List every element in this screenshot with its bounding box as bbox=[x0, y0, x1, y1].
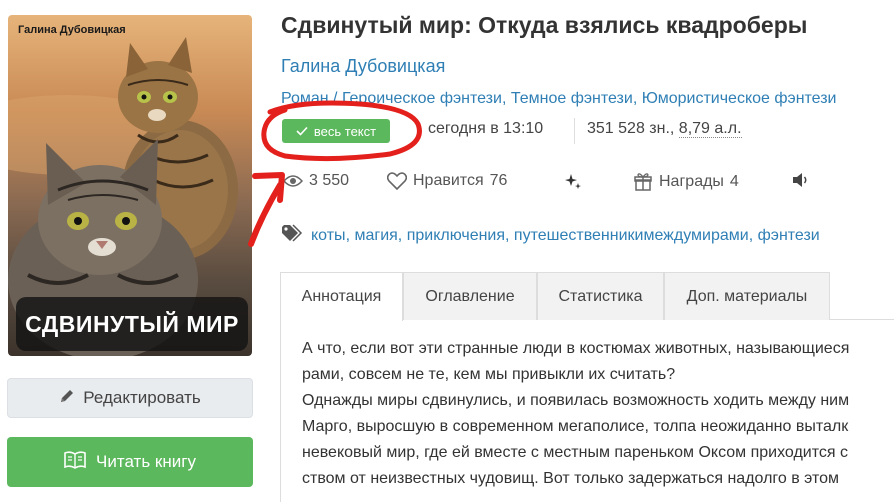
views-count: 3 550 bbox=[309, 172, 350, 189]
like-button[interactable]: Нравится 76 bbox=[387, 172, 507, 190]
tag-link[interactable]: магия bbox=[354, 227, 397, 244]
genre-link[interactable]: Темное фэнтези bbox=[511, 90, 633, 107]
likes-label: Нравится bbox=[413, 172, 484, 189]
check-icon bbox=[296, 124, 308, 139]
tag-link[interactable]: путешественникимеждумирами bbox=[514, 227, 749, 244]
book-open-icon bbox=[64, 450, 86, 474]
eye-icon bbox=[283, 174, 303, 188]
read-book-button[interactable]: Читать книгу bbox=[7, 437, 253, 487]
awards-count: 4 bbox=[729, 173, 739, 190]
annotation-line: рами, совсем не те, кем мы привыкли их с… bbox=[302, 366, 676, 383]
annotation-text: А что, если вот эти странные люди в кост… bbox=[280, 320, 894, 502]
awards-label: Награды bbox=[659, 173, 724, 190]
cover-title: СДВИНУТЫЙ МИР bbox=[16, 297, 248, 351]
tag-link[interactable]: коты bbox=[311, 227, 346, 244]
status-badge: весь текст bbox=[282, 119, 390, 143]
tag-icon bbox=[281, 224, 303, 247]
tab-annotation[interactable]: Аннотация bbox=[280, 272, 403, 321]
tag-link[interactable]: приключения bbox=[407, 227, 505, 244]
book-tabs: Аннотация Оглавление Статистика Доп. мат… bbox=[280, 272, 894, 321]
annotation-line: Марго, выросшую в современном мегаполисе… bbox=[302, 418, 849, 435]
awards-button[interactable]: Награды 4 bbox=[633, 172, 739, 192]
speaker-icon bbox=[792, 172, 810, 188]
genre-link[interactable]: Роман / Героическое фэнтези bbox=[281, 90, 502, 107]
divider bbox=[574, 118, 575, 144]
read-book-label: Читать книгу bbox=[96, 452, 196, 471]
edit-button[interactable]: Редактировать bbox=[7, 378, 253, 418]
edit-button-label: Редактировать bbox=[83, 388, 201, 407]
updated-time: сегодня в 13:10 bbox=[428, 120, 544, 137]
views-stat: 3 550 bbox=[283, 172, 349, 190]
genre-link[interactable]: Юмористическое фэнтези bbox=[642, 90, 837, 107]
pencil-icon bbox=[59, 388, 75, 409]
status-text: весь текст bbox=[313, 123, 377, 139]
likes-count: 76 bbox=[489, 172, 508, 189]
book-size: 351 528 зн., 8,79 а.л. bbox=[587, 120, 742, 138]
tags-list: коты, магия, приключения, путешественник… bbox=[281, 224, 820, 247]
tab-extra-materials[interactable]: Доп. материалы bbox=[664, 272, 830, 320]
sparkles-button[interactable] bbox=[563, 172, 583, 192]
book-author-link[interactable]: Галина Дубовицкая bbox=[281, 56, 445, 77]
tab-statistics[interactable]: Статистика bbox=[537, 272, 664, 320]
genres: Роман / Героическое фэнтези, Темное фэнт… bbox=[281, 90, 837, 107]
book-title: Сдвинутый мир: Откуда взялись квадроберы bbox=[281, 12, 808, 38]
tag-link[interactable]: фэнтези bbox=[758, 227, 820, 244]
heart-icon bbox=[387, 172, 407, 190]
gift-icon bbox=[633, 172, 653, 192]
size-author-sheets: 8,79 а.л. bbox=[678, 120, 742, 138]
annotation-line: А что, если вот эти странные люди в кост… bbox=[302, 340, 850, 357]
size-chars: 351 528 зн., bbox=[587, 120, 675, 137]
annotation-line: ством от неизвестных чудовищ. Вот только… bbox=[302, 470, 840, 487]
cover-author: Галина Дубовицкая bbox=[18, 24, 126, 36]
tab-contents[interactable]: Оглавление bbox=[403, 272, 537, 320]
book-cover[interactable]: Галина Дубовицкая СДВИНУТЫЙ МИР bbox=[8, 15, 252, 356]
listen-button[interactable] bbox=[792, 172, 810, 188]
annotation-line: невековый мир, где ей вместе с местным п… bbox=[302, 444, 848, 461]
sparkles-icon bbox=[563, 172, 583, 192]
annotation-line: Однажды миры сдвинулись, и появилась воз… bbox=[302, 392, 850, 409]
